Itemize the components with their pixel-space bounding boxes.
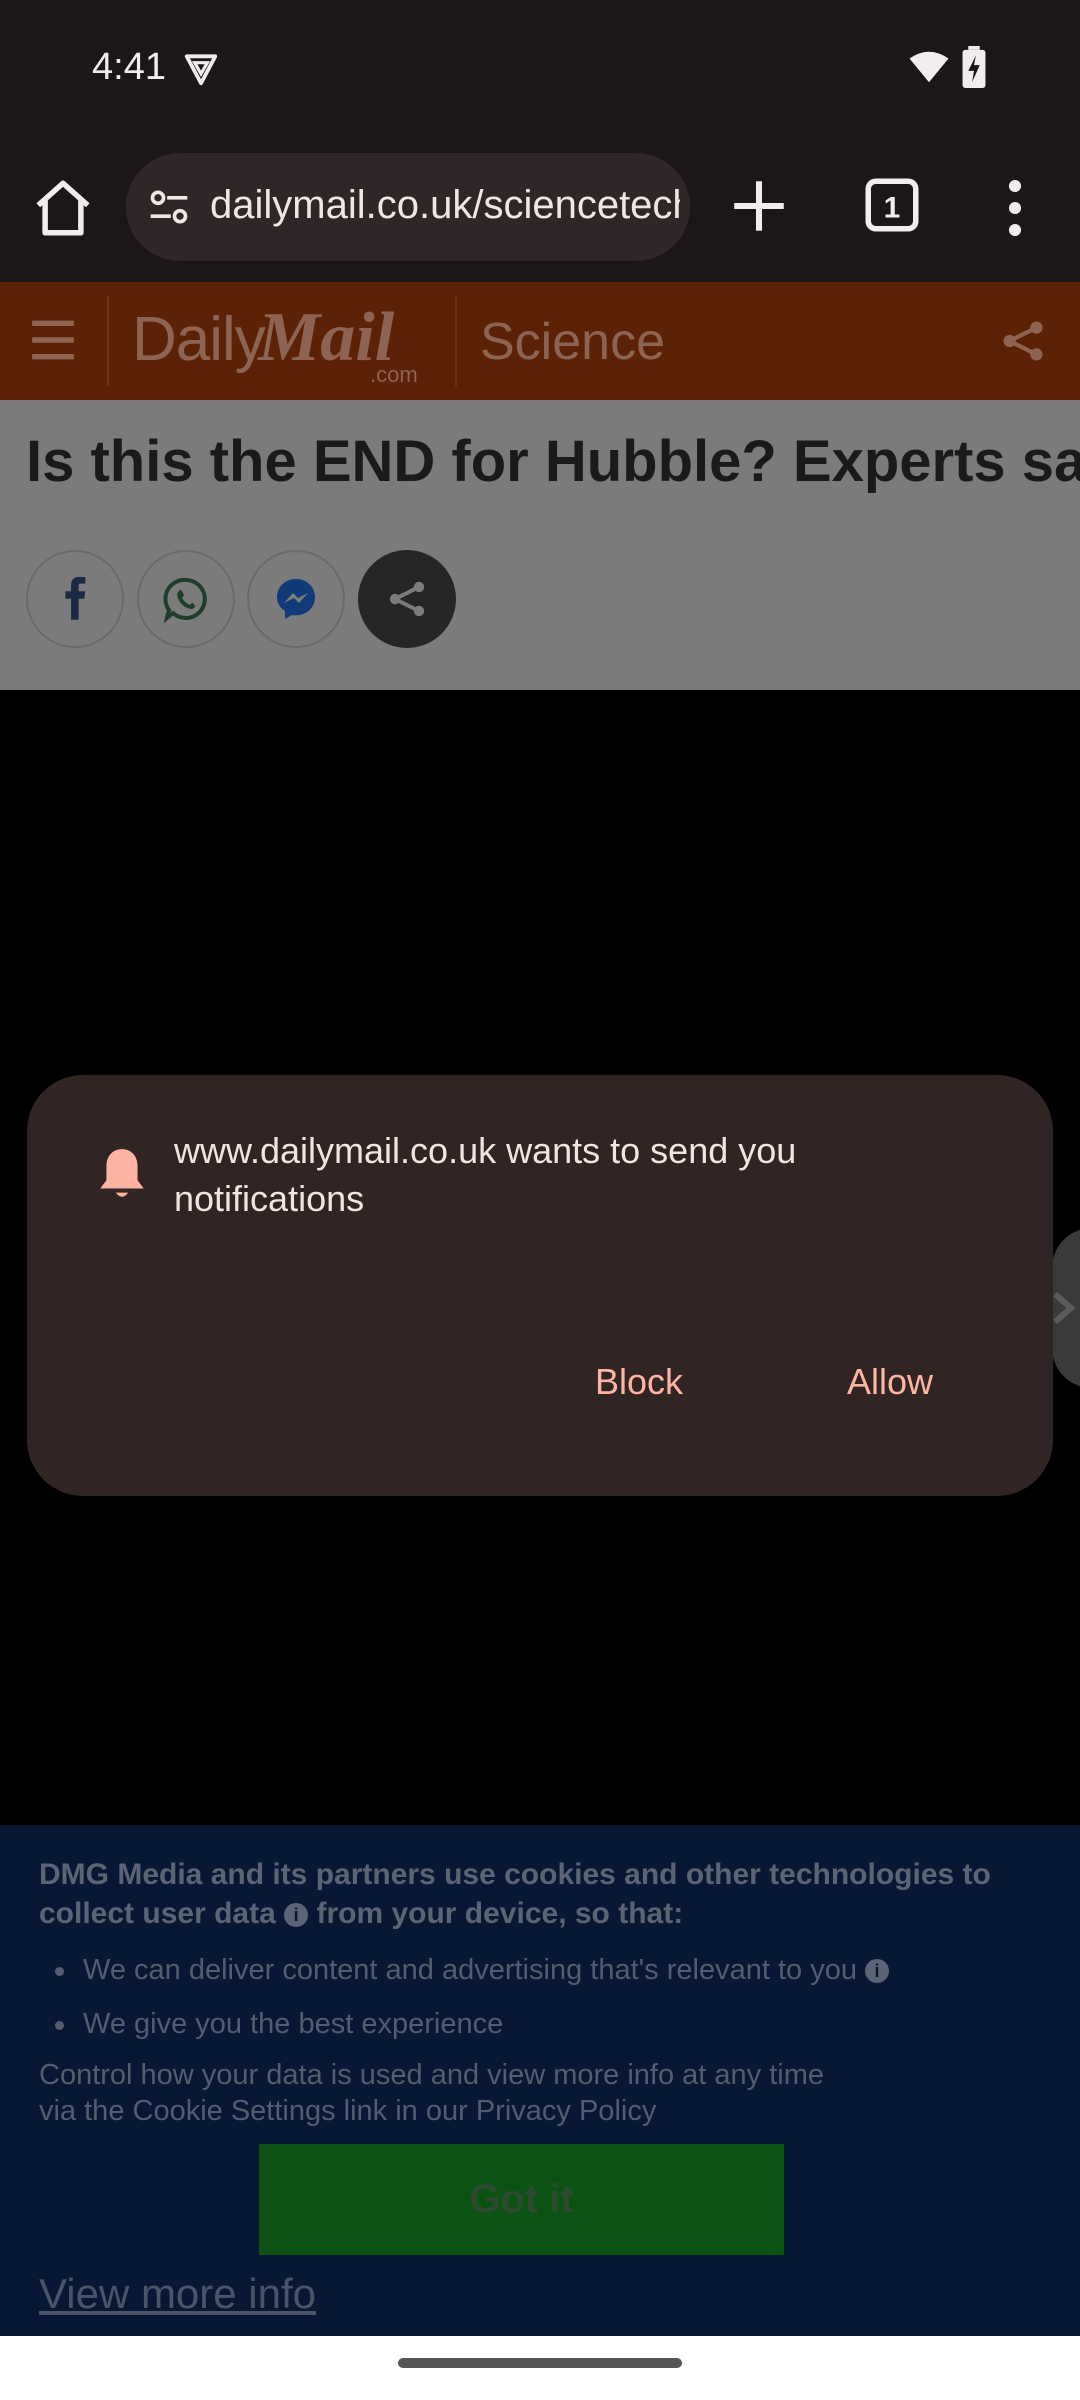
logo-com: .com (370, 362, 418, 387)
block-button[interactable]: Block (595, 1361, 683, 1403)
whatsapp-share-button[interactable] (137, 550, 235, 648)
url-text[interactable]: dailymail.co.uk/sciencetech (210, 183, 680, 228)
home-icon[interactable] (30, 175, 96, 241)
site-header: Daily Mail .com Science (0, 282, 1080, 400)
bell-icon (100, 1149, 144, 1197)
cookie-heading: DMG Media and its partners use cookies a… (39, 1855, 1049, 1933)
home-gesture-handle[interactable] (398, 2358, 682, 2368)
share-icon[interactable] (1000, 318, 1046, 364)
cookie-purpose-list: We can deliver content and advertising t… (39, 1943, 1049, 2051)
status-bar: 4:41 (0, 0, 1080, 135)
tab-switcher-icon[interactable]: 1 (862, 175, 922, 235)
cookie-purpose-text: We can deliver content and advertising t… (83, 1954, 857, 1986)
messenger-share-button[interactable] (247, 550, 345, 648)
new-tab-plus-icon[interactable] (726, 173, 792, 239)
vpn-shield-icon (184, 54, 218, 86)
whatsapp-icon (163, 577, 207, 623)
status-time: 4:41 (92, 46, 166, 88)
overflow-menu-icon[interactable] (1000, 175, 1030, 241)
header-divider (107, 296, 109, 386)
info-icon[interactable]: i (865, 1959, 890, 1984)
dialog-message: www.dailymail.co.uk wants to send you no… (174, 1130, 797, 1219)
navigation-bar (0, 2336, 1080, 2400)
got-it-button[interactable]: Got it (259, 2144, 784, 2255)
header-divider (455, 296, 457, 386)
info-icon[interactable]: i (284, 1903, 309, 1928)
facebook-share-button[interactable] (26, 550, 124, 648)
more-share-button[interactable] (358, 550, 456, 648)
section-title[interactable]: Science (480, 312, 665, 372)
share-icon (389, 581, 425, 617)
facebook-icon (65, 576, 86, 620)
cookie-heading-text-2: from your device, so that: (316, 1897, 684, 1930)
cookie-consent-banner: DMG Media and its partners use cookies a… (0, 1825, 1080, 2336)
list-item: We give you the best experience (39, 1997, 1049, 2051)
chevron-right-icon (1053, 1291, 1076, 1325)
messenger-icon (277, 579, 315, 619)
hamburger-menu-icon[interactable] (28, 312, 78, 368)
tab-count: 1 (884, 192, 901, 225)
browser-toolbar: dailymail.co.uk/sciencetech 1 (0, 135, 1080, 282)
address-bar[interactable]: dailymail.co.uk/sciencetech (126, 153, 690, 261)
cookie-control-text: Control how your data is used and view m… (39, 2059, 825, 2127)
notification-permission-dialog: www.dailymail.co.uk wants to send you no… (27, 1075, 1053, 1496)
article-top: Is this the END for Hubble? Experts say (0, 400, 1080, 690)
cookie-purpose-text: We give you the best experience (83, 2008, 504, 2040)
battery-charging-icon (962, 46, 986, 88)
list-item: We can deliver content and advertising t… (39, 1943, 1049, 1997)
site-settings-icon[interactable] (146, 185, 192, 229)
wifi-icon (909, 51, 949, 83)
article-headline[interactable]: Is this the END for Hubble? Experts say (26, 428, 1080, 495)
allow-button[interactable]: Allow (847, 1361, 933, 1403)
view-more-info-link[interactable]: View more info (39, 2270, 316, 2318)
logo-daily: Daily (132, 305, 266, 374)
